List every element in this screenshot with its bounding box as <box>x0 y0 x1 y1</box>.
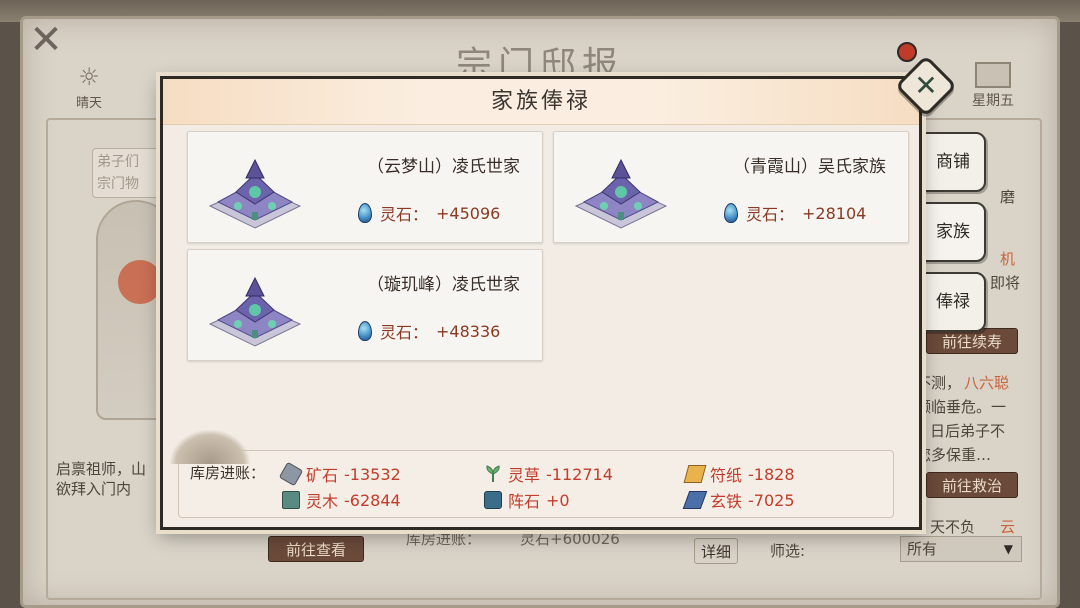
dark-iron-icon <box>682 491 708 509</box>
right-story-fragment: 机 <box>1000 250 1016 268</box>
talisman-paper-icon <box>683 465 707 483</box>
income-item-wood: 灵木 -62844 <box>282 488 401 512</box>
income-item-name: 符纸 <box>710 466 743 485</box>
family-name: （云梦山）凌氏世家 <box>367 157 520 177</box>
income-item-name: 灵木 <box>306 492 339 511</box>
family-reward: 灵石： +45096 <box>358 200 500 226</box>
family-manor-icon <box>574 158 668 229</box>
detail-button[interactable]: 详细 <box>694 538 738 564</box>
array-stone-icon <box>484 491 502 509</box>
reward-label: 灵石： <box>380 205 429 224</box>
income-item-name: 阵石 <box>508 492 541 511</box>
weekday-indicator: 星期五 <box>958 62 1028 114</box>
dropdown-arrow-icon: ▼ <box>1003 542 1013 556</box>
weekday-label: 星期五 <box>972 93 1014 109</box>
calendar-icon <box>975 62 1011 88</box>
right-story-fragment: 八六聪 <box>964 374 1010 392</box>
rescue-button[interactable]: 前往救治 <box>926 472 1018 498</box>
income-label: 库房进账： <box>190 464 266 482</box>
family-card[interactable]: （青霞山）吴氏家族 灵石： +28104 <box>553 131 909 243</box>
right-story-fragment: 不测， <box>916 374 962 392</box>
ore-icon <box>278 461 304 487</box>
reward-label: 灵石： <box>746 205 795 224</box>
speech-line: 宗门物 <box>97 176 139 192</box>
family-card[interactable]: （云梦山）凌氏世家 灵石： +45096 <box>187 131 543 243</box>
close-x-icon: ✕ <box>914 69 938 102</box>
reward-value: +28104 <box>802 203 867 223</box>
filter-value: 所有 <box>907 540 938 558</box>
family-manor-icon <box>208 276 302 347</box>
herb-icon <box>486 465 500 482</box>
tab-shop[interactable]: 商铺 <box>920 132 986 192</box>
right-story-fragment: 云 <box>1000 518 1016 536</box>
income-item-talisman: 符纸 -1828 <box>683 462 795 486</box>
income-item-array-stone: 阵石 +0 <box>484 488 570 512</box>
dialog-header: 家族俸禄 <box>163 79 919 125</box>
newspaper-close-icon[interactable]: ✕ <box>26 20 66 60</box>
reward-value: +48336 <box>436 321 501 341</box>
income-item-value: -112714 <box>546 464 613 484</box>
right-story-fragment: 磨 <box>1000 188 1016 206</box>
speech-line: 弟子们 <box>97 154 139 170</box>
income-item-value: -7025 <box>748 490 795 510</box>
view-button[interactable]: 前往查看 <box>268 536 364 562</box>
filter-label: 师选: <box>770 542 806 560</box>
income-item-ore: 矿石 -13532 <box>278 461 401 487</box>
weather-label: 晴天 <box>75 96 102 111</box>
income-item-herb: 灵草 -112714 <box>484 462 613 486</box>
spirit-stone-icon <box>358 321 372 341</box>
family-name: （璇玑峰）凌氏世家 <box>367 275 520 295</box>
income-item-value: -62844 <box>344 490 401 510</box>
story-line: 欲拜入门内 <box>56 480 132 498</box>
right-story-fragment: 日后弟子不 <box>930 422 1006 440</box>
spirit-stone-icon <box>358 203 372 223</box>
tab-family[interactable]: 家族 <box>920 202 986 262</box>
income-item-value: -13532 <box>344 464 401 484</box>
weather-indicator: ☼ 晴天 <box>64 62 114 114</box>
income-item-value: +0 <box>546 490 570 510</box>
scroll-ornament <box>170 430 250 464</box>
spirit-stone-icon <box>724 203 738 223</box>
income-item-name: 玄铁 <box>710 492 743 511</box>
income-item-iron: 玄铁 -7025 <box>682 488 795 512</box>
family-card[interactable]: （璇玑峰）凌氏世家 灵石： +48336 <box>187 249 543 361</box>
income-item-name: 矿石 <box>306 466 339 485</box>
tab-salary[interactable]: 俸禄 <box>920 272 986 332</box>
sun-icon: ☼ <box>78 63 100 91</box>
income-item-value: -1828 <box>748 464 795 484</box>
right-story-fragment: 濒临垂危。一 <box>916 398 1007 416</box>
right-story-fragment: 即将 <box>990 274 1021 292</box>
reward-value: +45096 <box>436 203 501 223</box>
filter-select[interactable]: 所有 ▼ <box>900 536 1022 562</box>
right-story-fragment: 天不负 <box>930 518 976 536</box>
dialog-title: 家族俸禄 <box>490 89 591 114</box>
ladybug-icon <box>897 42 917 62</box>
family-reward: 灵石： +28104 <box>724 200 866 226</box>
bg-income-label: 库房进账： <box>406 530 482 548</box>
bg-income-value: 灵石+600026 <box>520 530 620 548</box>
story-line: 启禀祖师，山 <box>56 460 147 478</box>
reward-label: 灵石： <box>380 323 429 342</box>
red-flower-decoration <box>118 260 162 304</box>
family-manor-icon <box>208 158 302 229</box>
family-name: （青霞山）吴氏家族 <box>733 157 886 177</box>
right-story-fragment: 您多保重… <box>916 446 992 464</box>
spirit-wood-icon <box>282 491 300 509</box>
family-reward: 灵石： +48336 <box>358 318 500 344</box>
income-item-name: 灵草 <box>508 466 541 485</box>
